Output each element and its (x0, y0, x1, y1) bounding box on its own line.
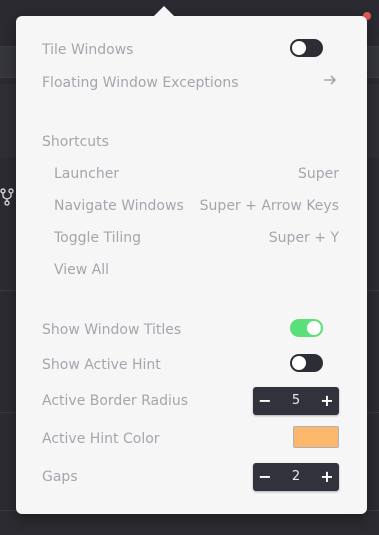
view-all-row[interactable]: View All (16, 258, 367, 282)
active-hint-color-row: Active Hint Color (16, 426, 367, 451)
active-border-radius-stepper: − 5 + (253, 387, 339, 415)
gaps-stepper: − 2 + (253, 463, 339, 491)
decrement-button[interactable]: − (253, 387, 277, 415)
floating-exceptions-label: Floating Window Exceptions (42, 75, 239, 91)
gaps-label: Gaps (42, 469, 78, 485)
active-border-radius-row: Active Border Radius − 5 + (16, 387, 367, 415)
floating-exceptions-row[interactable]: Floating Window Exceptions (16, 71, 367, 95)
active-border-radius-value[interactable]: 5 (277, 387, 315, 415)
tiling-settings-popover: Tile Windows Floating Window Exceptions … (16, 6, 367, 514)
show-window-titles-toggle[interactable] (290, 319, 323, 337)
shortcuts-heading: Shortcuts (42, 134, 109, 150)
toggle-knob (292, 356, 306, 370)
popover-arrow (153, 6, 175, 17)
view-all-link[interactable]: View All (54, 262, 109, 278)
active-border-radius-label: Active Border Radius (42, 393, 189, 409)
tile-windows-toggle[interactable] (290, 39, 323, 57)
show-active-hint-toggle[interactable] (290, 354, 323, 372)
gaps-value[interactable]: 2 (277, 463, 315, 491)
gaps-row: Gaps − 2 + (16, 463, 367, 491)
show-window-titles-row[interactable]: Show Window Titles (16, 318, 367, 342)
shortcut-label: Toggle Tiling (54, 230, 142, 246)
shortcut-label: Launcher (54, 166, 120, 182)
show-window-titles-label: Show Window Titles (42, 322, 182, 338)
arrow-right-icon (324, 75, 337, 85)
shortcut-keys: Super + Arrow Keys (199, 198, 339, 214)
shortcut-launcher: Launcher Super (16, 162, 367, 186)
tile-windows-label: Tile Windows (42, 42, 134, 58)
shortcuts-heading-row: Shortcuts (16, 130, 367, 154)
show-active-hint-label: Show Active Hint (42, 357, 161, 373)
decrement-button[interactable]: − (253, 463, 277, 491)
increment-button[interactable]: + (315, 463, 339, 491)
shortcut-keys: Super + Y (268, 230, 339, 246)
shortcut-label: Navigate Windows (54, 198, 184, 214)
toggle-knob (307, 321, 321, 335)
active-hint-color-swatch[interactable] (293, 426, 339, 448)
increment-button[interactable]: + (315, 387, 339, 415)
shortcut-toggle-tiling: Toggle Tiling Super + Y (16, 226, 367, 250)
tile-windows-row[interactable]: Tile Windows (16, 38, 367, 62)
show-active-hint-row[interactable]: Show Active Hint (16, 353, 367, 377)
shortcut-navigate-windows: Navigate Windows Super + Arrow Keys (16, 194, 367, 218)
active-hint-color-label: Active Hint Color (42, 431, 160, 447)
shortcut-keys: Super (297, 166, 339, 182)
toggle-knob (292, 41, 306, 55)
branch-icon (0, 188, 14, 206)
